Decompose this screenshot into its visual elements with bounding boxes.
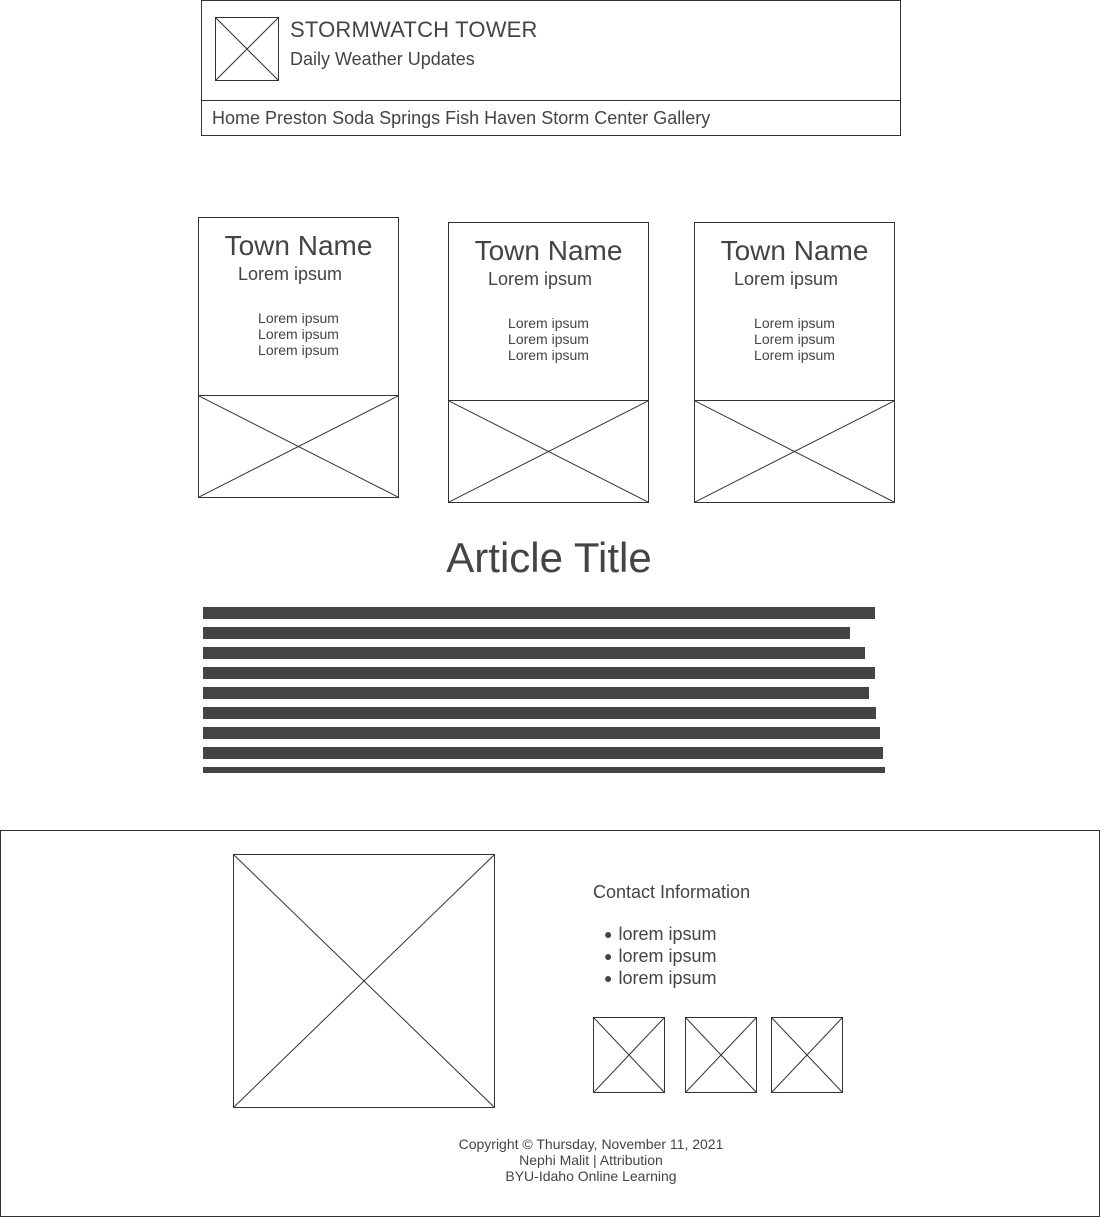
social-link-placeholder-icon[interactable] bbox=[593, 1017, 665, 1093]
article-text-line bbox=[203, 767, 885, 773]
town-detail-line: Lorem ipsum bbox=[508, 315, 589, 331]
town-image-placeholder-icon bbox=[694, 400, 895, 503]
town-subtitle: Lorem ipsum bbox=[488, 269, 593, 289]
nav-item-preston[interactable]: Preston bbox=[265, 108, 327, 130]
town-details: Lorem ipsum Lorem ipsum Lorem ipsum bbox=[449, 315, 648, 363]
town-card: Town Name Lorem ipsum Lorem ipsum Lorem … bbox=[448, 222, 649, 503]
logo-image-placeholder-icon[interactable] bbox=[215, 17, 279, 81]
article-text-line bbox=[203, 667, 875, 679]
contact-heading: Contact Information bbox=[593, 882, 751, 902]
town-subtitle: Lorem ipsum bbox=[238, 264, 343, 284]
contact-list: lorem ipsum lorem ipsum lorem ipsum bbox=[604, 924, 716, 990]
town-name: Town Name bbox=[474, 235, 623, 266]
article-text-line bbox=[203, 647, 865, 659]
town-detail-line: Lorem ipsum bbox=[754, 315, 835, 331]
nav-item-fish-haven[interactable]: Fish Haven bbox=[445, 108, 536, 130]
nav-item-storm-center[interactable]: Storm Center bbox=[541, 108, 648, 130]
contact-item: lorem ipsum bbox=[604, 946, 716, 968]
footer-image-placeholder-icon bbox=[233, 854, 495, 1108]
town-detail-line: Lorem ipsum bbox=[258, 326, 339, 342]
nav-item-gallery[interactable]: Gallery bbox=[653, 108, 710, 130]
article-text-line bbox=[203, 607, 875, 619]
town-detail-line: Lorem ipsum bbox=[508, 347, 589, 363]
social-link-placeholder-icon[interactable] bbox=[685, 1017, 757, 1093]
social-link-placeholder-icon[interactable] bbox=[771, 1017, 843, 1093]
town-name: Town Name bbox=[224, 230, 373, 261]
town-card: Town Name Lorem ipsum Lorem ipsum Lorem … bbox=[694, 222, 895, 503]
site-title: STORMWATCH TOWER bbox=[290, 17, 538, 42]
contact-item: lorem ipsum bbox=[604, 924, 716, 946]
nav-item-soda-springs[interactable]: Soda Springs bbox=[332, 108, 440, 130]
copyright-line: Copyright © Thursday, November 11, 2021 bbox=[458, 1136, 724, 1152]
town-detail-line: Lorem ipsum bbox=[508, 331, 589, 347]
article-text-line bbox=[203, 687, 869, 699]
nav-menu: Home Preston Soda Springs Fish Haven Sto… bbox=[212, 108, 710, 130]
copyright-line: Nephi Malit | Attribution bbox=[519, 1152, 663, 1168]
town-subtitle: Lorem ipsum bbox=[734, 269, 839, 289]
site-subtitle: Daily Weather Updates bbox=[290, 49, 475, 69]
town-name: Town Name bbox=[720, 235, 869, 266]
town-detail-line: Lorem ipsum bbox=[258, 310, 339, 326]
town-details: Lorem ipsum Lorem ipsum Lorem ipsum bbox=[695, 315, 894, 363]
nav-item-home[interactable]: Home bbox=[212, 108, 260, 130]
article-title: Article Title bbox=[446, 534, 652, 581]
copyright-line: BYU-Idaho Online Learning bbox=[505, 1168, 677, 1184]
article-text-line bbox=[203, 627, 850, 639]
town-detail-line: Lorem ipsum bbox=[754, 347, 835, 363]
article-text-line bbox=[203, 727, 880, 739]
town-image-placeholder-icon bbox=[198, 395, 399, 498]
article-text-line bbox=[203, 747, 883, 759]
town-detail-line: Lorem ipsum bbox=[258, 342, 339, 358]
town-image-placeholder-icon bbox=[448, 400, 649, 503]
copyright-block: Copyright © Thursday, November 11, 2021 … bbox=[391, 1136, 791, 1184]
article-text-line bbox=[203, 707, 876, 719]
town-detail-line: Lorem ipsum bbox=[754, 331, 835, 347]
town-card: Town Name Lorem ipsum Lorem ipsum Lorem … bbox=[198, 217, 399, 498]
town-details: Lorem ipsum Lorem ipsum Lorem ipsum bbox=[199, 310, 398, 358]
contact-item: lorem ipsum bbox=[604, 968, 716, 990]
